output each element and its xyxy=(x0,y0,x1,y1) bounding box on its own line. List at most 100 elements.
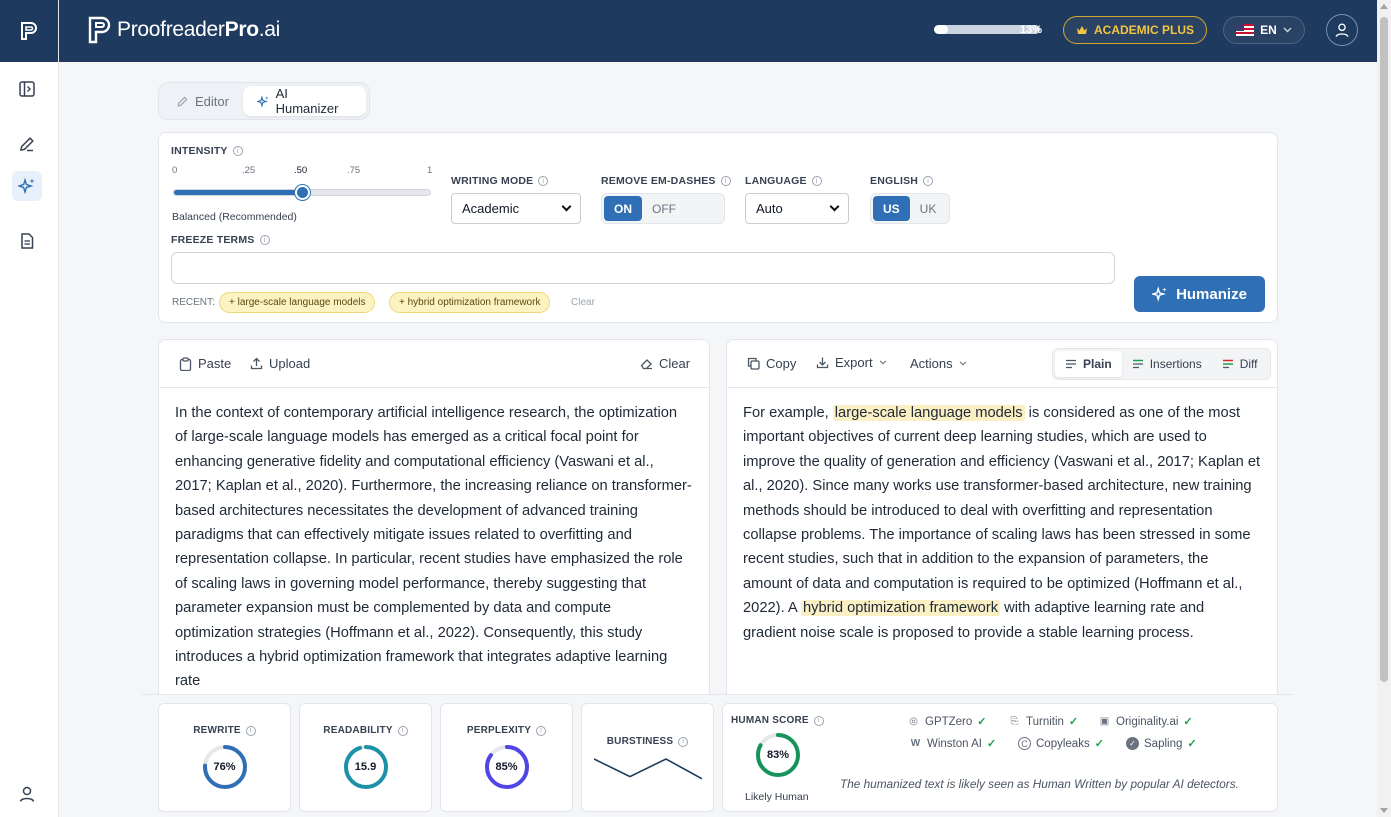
check-icon: ✓ xyxy=(1094,738,1104,750)
language-selector[interactable]: EN xyxy=(1223,16,1305,44)
tab-ai-humanizer[interactable]: AI Humanizer xyxy=(242,86,366,116)
language-select[interactable]: Auto xyxy=(745,193,849,224)
detector-turnitin: ⎘ Turnitin ✓ xyxy=(1008,715,1079,729)
info-icon[interactable]: i xyxy=(538,176,549,186)
paste-button[interactable]: Paste xyxy=(179,356,231,371)
detector-winston: W Winston AI ✓ xyxy=(910,737,997,751)
export-button[interactable]: Export xyxy=(816,355,887,370)
detector-sapling: ✓ Sapling ✓ xyxy=(1126,737,1197,750)
em-dashes-off-option[interactable]: OFF xyxy=(642,196,686,221)
info-icon[interactable]: i xyxy=(923,176,934,186)
input-text-area[interactable]: In the context of contemporary artificia… xyxy=(159,388,709,694)
view-diff-option[interactable]: Diff xyxy=(1212,351,1268,377)
scrollbar-thumb[interactable] xyxy=(1380,17,1388,682)
intensity-caption: Balanced (Recommended) xyxy=(172,211,297,223)
sidebar-item-documents[interactable] xyxy=(12,226,42,256)
humanize-button[interactable]: Humanize xyxy=(1134,276,1265,312)
intensity-tick-1: 1 xyxy=(427,165,433,176)
detector-gptzero: ◎ GPTZero ✓ xyxy=(907,715,987,729)
check-icon: ✓ xyxy=(1183,716,1193,728)
info-icon[interactable]: i xyxy=(259,235,270,245)
scroll-up-arrow[interactable] xyxy=(1380,4,1388,9)
freeze-terms-input[interactable] xyxy=(171,252,1115,284)
chevron-down-icon xyxy=(829,201,840,212)
em-dashes-on-option[interactable]: ON xyxy=(604,196,642,221)
human-score-card: HUMAN SCORE i 83% Likely Human ◎ GPTZero ✓ … xyxy=(722,703,1278,812)
chevron-down-icon xyxy=(959,361,966,366)
info-icon[interactable]: i xyxy=(397,725,408,736)
info-icon[interactable]: i xyxy=(813,715,824,726)
output-text-area[interactable]: For example, large-scale language models… xyxy=(727,388,1277,645)
sidebar-item-editor[interactable] xyxy=(12,129,42,159)
writing-mode-label: WRITING MODE i xyxy=(451,175,549,187)
writing-mode-select[interactable]: Academic xyxy=(451,193,581,224)
info-icon[interactable]: i xyxy=(232,146,243,156)
copy-button[interactable]: Copy xyxy=(747,356,796,371)
info-icon[interactable]: i xyxy=(720,176,731,186)
burstiness-label: BURSTINESS i xyxy=(582,736,713,747)
upload-button[interactable]: Upload xyxy=(250,356,310,371)
rewrite-value: 76% xyxy=(213,761,236,773)
readability-gauge: 15.9 xyxy=(343,744,389,790)
intensity-slider-handle[interactable] xyxy=(295,185,310,200)
actions-label: Actions xyxy=(910,356,953,371)
scroll-down-arrow[interactable] xyxy=(1380,808,1388,813)
remove-em-dashes-toggle: ON OFF xyxy=(601,193,725,224)
clear-input-button[interactable]: Clear xyxy=(640,356,690,371)
intensity-slider[interactable] xyxy=(173,185,431,200)
recent-term-chip[interactable]: + hybrid optimization framework xyxy=(389,292,551,313)
upload-label: Upload xyxy=(269,356,311,371)
view-mode-toggle: Plain Insertions Diff xyxy=(1052,348,1271,380)
plan-badge[interactable]: ACADEMIC PLUS xyxy=(1063,16,1208,44)
input-toolbar: Paste Upload Clear xyxy=(159,340,709,388)
info-icon[interactable]: i xyxy=(811,176,822,186)
download-icon xyxy=(816,357,829,369)
logo-icon xyxy=(21,22,37,40)
crown-icon xyxy=(1077,26,1087,34)
check-icon: ✓ xyxy=(1187,738,1197,750)
human-score-gauge: 83% xyxy=(755,732,801,778)
tab-editor[interactable]: Editor xyxy=(162,86,243,116)
us-flag-icon xyxy=(1236,24,1255,36)
human-score-note: The humanized text is likely seen as Hum… xyxy=(840,777,1239,791)
clear-label: Clear xyxy=(659,356,691,371)
sidebar-item-account[interactable] xyxy=(12,779,42,809)
page-scrollbar[interactable] xyxy=(1377,0,1391,817)
info-icon[interactable]: i xyxy=(536,725,547,736)
english-uk-option[interactable]: UK xyxy=(910,196,947,221)
text-lines-icon xyxy=(1066,359,1076,369)
user-avatar-button[interactable] xyxy=(1326,14,1358,46)
intensity-tick-0: 0 xyxy=(172,165,178,176)
detector-originality: ▣ Originality.ai ✓ xyxy=(1099,715,1193,729)
check-icon: ✓ xyxy=(977,716,987,728)
burstiness-metric-card: BURSTINESS i xyxy=(581,703,714,812)
sparkles-icon xyxy=(1152,286,1167,302)
english-variant-label: ENGLISH i xyxy=(870,175,934,187)
brand[interactable]: ProofreaderPro.ai xyxy=(87,16,280,44)
info-icon[interactable]: i xyxy=(678,736,689,747)
turnitin-icon: ⎘ xyxy=(1010,716,1019,727)
human-score-label: HUMAN SCORE i xyxy=(731,715,824,726)
info-icon[interactable]: i xyxy=(245,725,256,736)
freeze-terms-label: FREEZE TERMS i xyxy=(171,234,270,246)
mode-tabs: Editor AI Humanizer xyxy=(158,82,370,120)
copy-label: Copy xyxy=(766,356,797,371)
actions-menu[interactable]: Actions xyxy=(910,356,967,371)
sidebar-toggle-button[interactable] xyxy=(12,74,42,104)
view-diff-label: Diff xyxy=(1239,357,1258,371)
sidebar-item-ai-humanizer[interactable] xyxy=(12,171,42,201)
tab-ai-humanizer-label: AI Humanizer xyxy=(275,86,339,116)
intensity-tick-50: .50 xyxy=(294,165,308,176)
view-insertions-option[interactable]: Insertions xyxy=(1122,351,1212,377)
clear-recent-button[interactable]: Clear xyxy=(571,297,595,308)
copy-icon xyxy=(747,357,760,370)
plan-label: ACADEMIC PLUS xyxy=(1094,23,1195,37)
english-us-option[interactable]: US xyxy=(873,196,910,221)
language-value: Auto xyxy=(756,201,783,216)
view-plain-option[interactable]: Plain xyxy=(1055,351,1122,377)
language-label: LANGUAGE i xyxy=(745,175,822,187)
sparkles-icon xyxy=(256,94,269,108)
usage-percent: 13% xyxy=(1020,24,1043,36)
app-logo[interactable] xyxy=(0,0,58,62)
recent-term-chip[interactable]: + large-scale language models xyxy=(219,292,376,313)
